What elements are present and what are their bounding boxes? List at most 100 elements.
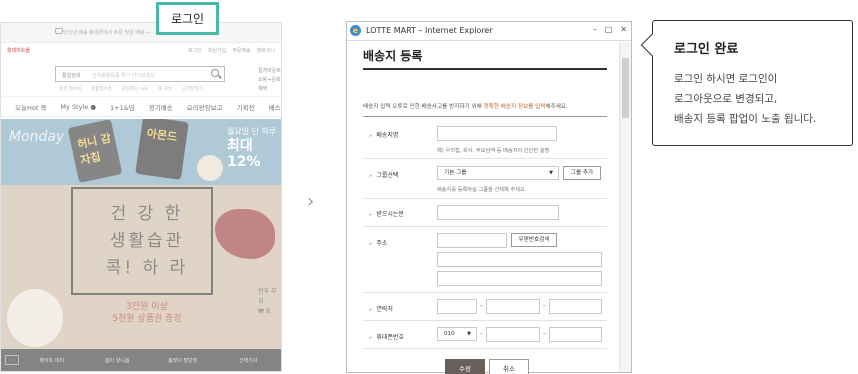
form-top-border [363,116,607,117]
form-divider [363,320,607,321]
top-ad-text: 인터넷 배송 휴대폰에서 주문 당일 배송 — [63,30,152,36]
garlic-image [7,289,63,347]
phone-part2-input[interactable] [486,299,540,314]
nav-item[interactable]: My Style ● [60,103,96,111]
phone-dash: - [480,330,483,338]
search-placeholder: 반려동물용품 특가 만나보세요 [92,73,155,79]
almond-package-image: 아몬드 [135,119,189,180]
nav-item[interactable]: 기획전 [237,102,255,112]
search-keyword-chips: 혼족 필수템 생활필수품 로얄캐닌 사료 흙 과일 공기청정기 [59,86,203,92]
mobile-prefix-select[interactable]: 010 ▼ [437,327,477,341]
util-link-orders[interactable]: 주문배송 [232,47,250,54]
address-label: 주소 [369,238,387,247]
utility-links: 로그인 회원가입 주문배송 장바구니 [188,47,275,54]
close-icon[interactable]: ✕ [620,25,627,34]
title-divider [363,68,607,70]
desc-text: 해주세요. [545,104,568,110]
search-chip[interactable]: 생활필수품 [91,86,112,92]
slogan-line: 건 강 한 [110,204,184,224]
sale-line: 월요일 단 하루 [227,127,277,136]
nav-item[interactable]: 요리왕장보고 [187,102,223,112]
ie-popup-window: e LOTTE MART – Internet Explorer – □ ✕ 배… [346,21,632,374]
address-line1-input[interactable] [437,252,602,267]
popup-description: 배송지 입력 오류로 인한 배송사고를 방지하기 위해 정확한 배송지 정보를 … [363,102,568,110]
search-chip[interactable]: 흙 과일 [158,86,172,92]
page-title: 배송지 등록 [363,49,423,63]
zipcode-search-button[interactable]: 우편번호검색 [511,233,557,247]
callout-line: 배송지 등록 팝업이 노출 됩니다. [674,113,817,125]
phone-dash: - [543,302,546,310]
callout-title: 로그인 완료 [674,42,739,57]
snack-package-label: 허니 감자칩 [76,131,113,168]
hero-promo: 3만원 이상 5천원 상품권 증정 [87,301,207,325]
main-navigation: 오늘Hot 쿡 My Style ● 1+1&덤 정기배송 요리왕장보고 기획전… [1,97,281,117]
zipcode-input[interactable] [437,233,507,248]
add-group-button[interactable]: 그룹 추가 [563,166,601,180]
search-icon[interactable] [211,69,219,77]
group-select-value: 기본 그룹 [444,170,467,176]
window-titlebar[interactable]: e LOTTE MART – Internet Explorer – □ ✕ [347,22,631,41]
search-input[interactable]: 통합검색 반려동물용품 특가 만나보세요 [55,66,225,82]
search-row: 통합검색 반려동물용품 특가 만나보세요 혼족 필수템 생활필수품 로얄캐닌 사… [1,57,281,97]
hero-banner[interactable]: Monday 허니 감자칩 아몬드 월요일 단 하루 최대 12% 건 강 한 … [1,119,281,351]
receiver-label: 받으시는분 [369,209,404,218]
form-divider [363,226,607,227]
shipping-name-hint: 예) 우리집, 회사, 부모님댁 등 배송지의 간단한 설명 [437,148,550,154]
explanation-callout: 로그인 완료 로그인 하시면 로그인이 로그아웃으로 변경되고, 배송지 등록 … [640,20,853,146]
callout-line: 로그인 하시면 로그인이 [674,73,778,85]
address-line2-input[interactable] [437,271,602,286]
login-button-highlight[interactable]: 로그인 [156,2,219,35]
group-hint: 배송지를 등록하실 그룹을 선택해 주세요. [437,187,527,193]
window-controls: – □ ✕ [593,25,627,34]
submit-button[interactable]: 수정 [445,359,485,374]
dropdown-arrow-icon: ▼ [549,170,553,176]
nav-item[interactable]: 베스트 [269,102,281,112]
util-link-login[interactable]: 로그인 [188,47,202,54]
shipping-name-label: 배송지명 [369,130,398,139]
shipping-name-input[interactable] [437,126,557,141]
phone-dash: - [543,330,546,338]
nav-item[interactable]: 오늘Hot 쿡 [15,102,46,112]
site-logo[interactable]: 롯데마트몰 [7,47,30,54]
util-link-join[interactable]: 회원가입 [208,47,226,54]
internet-explorer-icon: e [350,25,361,36]
side-label-line: 한우 부위 [258,288,277,305]
cancel-button[interactable]: 취소 [489,359,529,374]
mobile-part3-input[interactable] [549,327,602,342]
callout-pointer [640,33,664,57]
mobile-part2-input[interactable] [486,327,540,342]
vertical-scrollbar[interactable] [619,42,631,372]
bottom-tab[interactable]: 봄맞이 장단장 [150,357,216,364]
maximize-icon[interactable]: □ [605,25,613,34]
receiver-input[interactable] [437,205,559,220]
group-select[interactable]: 기본 그룹 ▼ [437,166,559,180]
slogan-line: 생활습관 [109,231,185,251]
mobile-prefix-value: 010 [444,331,455,337]
sale-percent: 최대 12% [227,138,261,170]
menu-icon[interactable] [5,355,19,365]
promo-line: 5천원 상품권 증정 [112,314,182,324]
nav-item[interactable]: 정기배송 [149,102,173,112]
desc-text: 배송지 입력 오류로 인한 배송사고를 방지하기 위해 [363,104,484,110]
almond-package-label: 아몬드 [146,126,178,144]
popup-body: 배송지 등록 배송지 입력 오류로 인한 배송사고를 방지하기 위해 정확한 배… [347,42,619,374]
search-chip[interactable]: 혼족 필수템 [59,86,81,92]
minimize-icon[interactable]: – [593,25,597,34]
scrollbar-thumb[interactable] [622,58,629,118]
bottom-tab[interactable]: 봄이 왔니봄 [85,357,151,364]
chevron-right-icon: › [307,191,315,212]
bottom-tab-bar: 화이트 데이 봄이 왔니봄 봄맞이 장단장 선택기사 [1,349,281,371]
bottom-tab[interactable]: 화이트 데이 [19,357,85,364]
nav-item[interactable]: 1+1&덤 [110,102,135,112]
window-title: LOTTE MART – Internet Explorer [366,26,493,35]
search-category[interactable]: 통합검색 [62,72,80,79]
phone-part1-input[interactable] [437,299,477,314]
search-chip[interactable]: 로얄캐닌 사료 [122,86,148,92]
bottom-tab[interactable]: 선택기사 [216,357,282,364]
form-divider [363,158,607,159]
phone-part3-input[interactable] [549,299,602,314]
hero-monday-text: Monday [9,129,65,145]
util-link-cart[interactable]: 장바구니 [257,47,275,54]
search-chip[interactable]: 공기청정기 [182,86,203,92]
side-label-line: ₩ 9, [258,308,272,315]
